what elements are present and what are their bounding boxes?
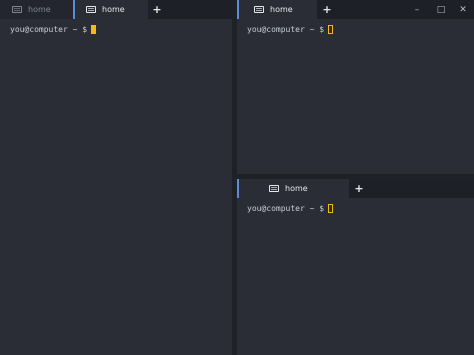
keyboard-icon (269, 185, 279, 192)
tab-bar: home + (237, 179, 474, 198)
shell-prompt: you@computer ~ $ (247, 204, 325, 213)
keyboard-icon (12, 6, 22, 13)
add-tab-button[interactable]: + (318, 0, 336, 19)
terminal-pane-left[interactable]: home home + you@computer ~ $ (0, 0, 232, 355)
tab-bar: home + – □ ✕ (237, 0, 474, 19)
maximize-button[interactable]: □ (434, 0, 448, 19)
text-cursor (91, 25, 97, 34)
shell-prompt: you@computer ~ $ (247, 25, 325, 34)
text-cursor (328, 25, 334, 34)
minimize-button[interactable]: – (410, 0, 424, 19)
add-tab-button[interactable]: + (148, 0, 166, 19)
keyboard-icon (86, 6, 96, 13)
text-cursor (328, 204, 334, 213)
terminal-output[interactable]: you@computer ~ $ (247, 204, 334, 213)
tab-label: home (28, 5, 51, 14)
tab-home[interactable]: home (0, 0, 73, 19)
terminal-output[interactable]: you@computer ~ $ (247, 25, 334, 34)
keyboard-icon (254, 6, 264, 13)
add-tab-button[interactable]: + (350, 179, 368, 198)
tab-home-active[interactable]: home (237, 179, 349, 198)
tab-home-active[interactable]: home (237, 0, 317, 19)
terminal-output[interactable]: you@computer ~ $ (10, 25, 97, 34)
tab-home-active[interactable]: home (73, 0, 148, 19)
tab-label: home (102, 5, 125, 14)
terminal-pane-bottom-right[interactable]: home + you@computer ~ $ (237, 179, 474, 355)
terminal-pane-top-right[interactable]: home + – □ ✕ you@computer ~ $ (237, 0, 474, 174)
shell-prompt: you@computer ~ $ (10, 25, 88, 34)
close-button[interactable]: ✕ (456, 0, 470, 19)
tab-bar: home home + (0, 0, 232, 19)
tab-label: home (285, 184, 308, 193)
tab-label: home (270, 5, 293, 14)
